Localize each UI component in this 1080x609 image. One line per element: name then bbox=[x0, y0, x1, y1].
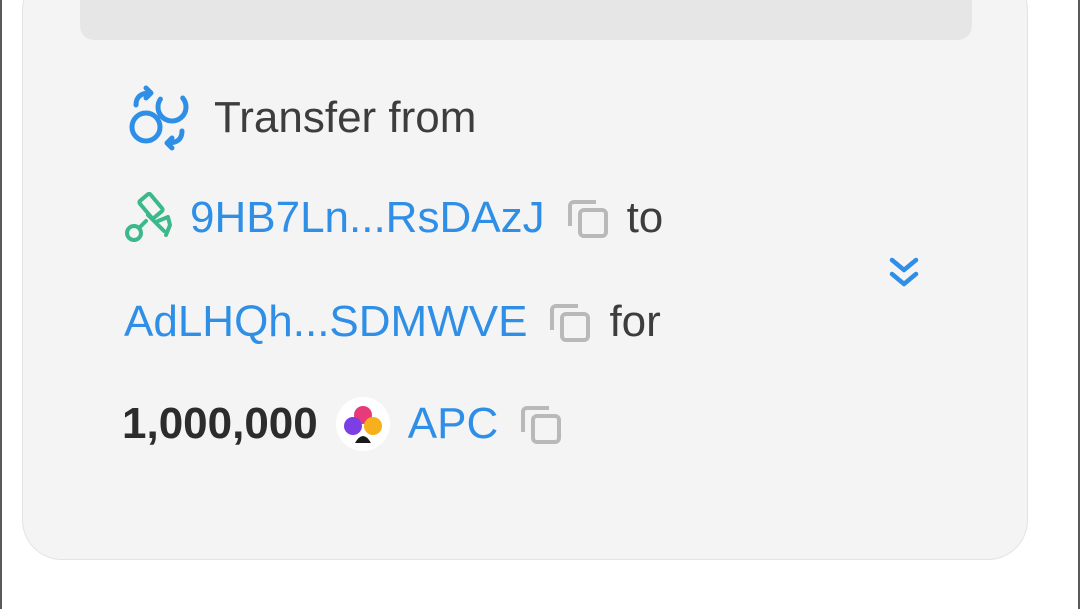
chevron-double-down-icon[interactable] bbox=[884, 252, 924, 292]
to-address-row: AdLHQh...SDMWVE for bbox=[124, 294, 661, 350]
transfer-amount: 1,000,000 bbox=[122, 399, 318, 448]
transfer-card bbox=[22, 0, 1028, 560]
transfer-title-row: Transfer from bbox=[126, 85, 476, 151]
screen-edge-left bbox=[0, 0, 2, 609]
card-top-section bbox=[80, 0, 972, 40]
for-word: for bbox=[609, 297, 661, 346]
apc-token-logo bbox=[335, 397, 390, 451]
copy-token-icon[interactable] bbox=[516, 399, 566, 449]
from-address-row: 9HB7Ln...RsDAzJ to bbox=[122, 190, 663, 246]
token-symbol-link[interactable]: APC bbox=[408, 402, 498, 446]
to-word: to bbox=[626, 193, 664, 242]
tools-icon bbox=[122, 191, 176, 245]
screen: Transfer from 9HB7Ln...RsDAzJ to AdLHQh.… bbox=[0, 0, 1080, 609]
transfer-title: Transfer from bbox=[214, 93, 477, 142]
copy-from-address-icon[interactable] bbox=[563, 193, 613, 243]
from-address-link[interactable]: 9HB7Ln...RsDAzJ bbox=[190, 196, 545, 240]
to-address-link[interactable]: AdLHQh...SDMWVE bbox=[124, 300, 527, 344]
amount-row: 1,000,000 APC bbox=[122, 396, 566, 452]
copy-to-address-icon[interactable] bbox=[545, 297, 595, 347]
transfer-swap-icon bbox=[126, 85, 192, 151]
